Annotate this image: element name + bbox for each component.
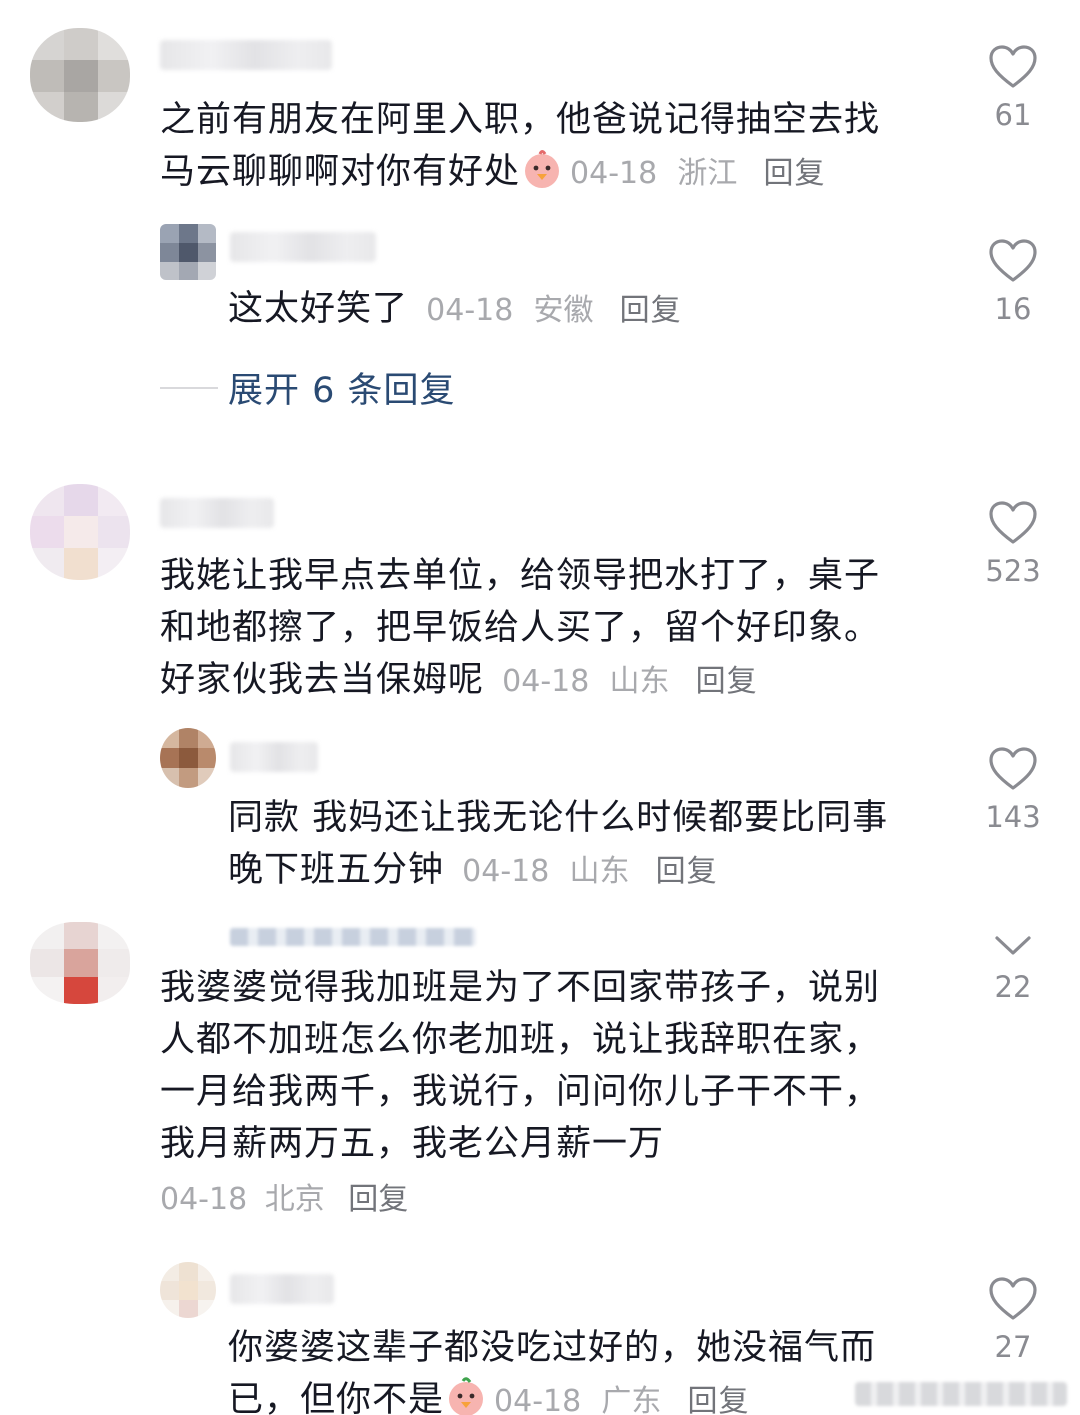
- watermark: [855, 1382, 1067, 1406]
- comment-text: 之前有朋友在阿里入职，他爸说记得抽空去找 马云聊聊啊对你有好处 04-18 浙江…: [160, 100, 881, 192]
- chevron-down-icon: [995, 936, 1031, 955]
- heart-icon: [989, 501, 1037, 544]
- username-blurred[interactable]: [230, 742, 318, 772]
- expand-replies-button[interactable]: 展开 6 条回复: [160, 362, 456, 413]
- comment-date: 04-18: [160, 1182, 248, 1217]
- like-count: 143: [985, 800, 1041, 834]
- like-count: 523: [985, 554, 1041, 588]
- heart-icon: [989, 747, 1037, 790]
- like-button[interactable]: 143: [978, 746, 1048, 834]
- reply-button[interactable]: 回复: [696, 664, 758, 699]
- username-blurred[interactable]: [230, 1274, 334, 1304]
- reply-text: 这太好笑了 04-18 安徽 回复: [228, 289, 682, 329]
- like-count: 16: [994, 292, 1032, 326]
- like-button[interactable]: 16: [978, 238, 1048, 326]
- comment-text: 我婆婆觉得我加班是为了不回家带孩子，说别 人都不加班怎么你老加班，说让我辞职在家…: [160, 968, 881, 1164]
- avatar[interactable]: [30, 484, 130, 580]
- heart-icon: [989, 1277, 1037, 1320]
- comment-location: 山东: [569, 854, 630, 889]
- comment-date: 04-18: [426, 293, 514, 328]
- username-blurred[interactable]: [160, 498, 274, 528]
- reply-button[interactable]: 回复: [763, 156, 825, 191]
- like-count: 61: [994, 98, 1032, 132]
- reply-button[interactable]: 回复: [620, 293, 682, 328]
- comment-text: 我姥让我早点去单位，给领导把水打了，桌子 和地都擦了，把早饭给人买了，留个好印象…: [160, 556, 881, 700]
- avatar[interactable]: [160, 1262, 216, 1318]
- comment-date: 04-18: [462, 854, 550, 889]
- chick-emoji-icon: [449, 1377, 484, 1415]
- username-blurred[interactable]: [160, 40, 332, 70]
- like-button[interactable]: 27: [978, 1276, 1048, 1364]
- expand-replies-label: 展开 6 条回复: [228, 371, 456, 411]
- avatar[interactable]: [30, 28, 130, 122]
- username-blurred[interactable]: [230, 232, 376, 262]
- heart-icon: [989, 239, 1037, 282]
- reply-button[interactable]: 回复: [687, 1384, 749, 1415]
- like-count: 27: [994, 1330, 1032, 1364]
- comment-location: 安徽: [533, 293, 594, 328]
- avatar[interactable]: [30, 922, 130, 1004]
- avatar[interactable]: [160, 224, 216, 280]
- heart-icon: [989, 45, 1037, 88]
- comment-location: 浙江: [677, 156, 738, 191]
- username-blurred[interactable]: [230, 928, 476, 946]
- comment-meta: 04-18 北京 回复: [160, 1174, 408, 1226]
- comment-date: 04-18: [494, 1384, 582, 1415]
- comment-date: 04-18: [570, 156, 658, 191]
- comment-location: 广东: [601, 1384, 662, 1415]
- reply-button[interactable]: 回复: [348, 1182, 408, 1217]
- comment-location: 北京: [264, 1182, 325, 1217]
- avatar[interactable]: [160, 728, 216, 788]
- like-button[interactable]: 22: [978, 934, 1048, 1004]
- like-count: 22: [994, 970, 1032, 1004]
- like-button[interactable]: 61: [978, 44, 1048, 132]
- reply-button[interactable]: 回复: [656, 854, 718, 889]
- chick-emoji-icon: [525, 150, 560, 188]
- reply-text: 同款 我妈还让我无论什么时候都要比同事 晚下班五分钟 04-18 山东 回复: [228, 798, 889, 890]
- comment-date: 04-18: [502, 664, 590, 699]
- divider: [160, 386, 218, 389]
- like-button[interactable]: 523: [978, 500, 1048, 588]
- comment-location: 山东: [609, 664, 670, 699]
